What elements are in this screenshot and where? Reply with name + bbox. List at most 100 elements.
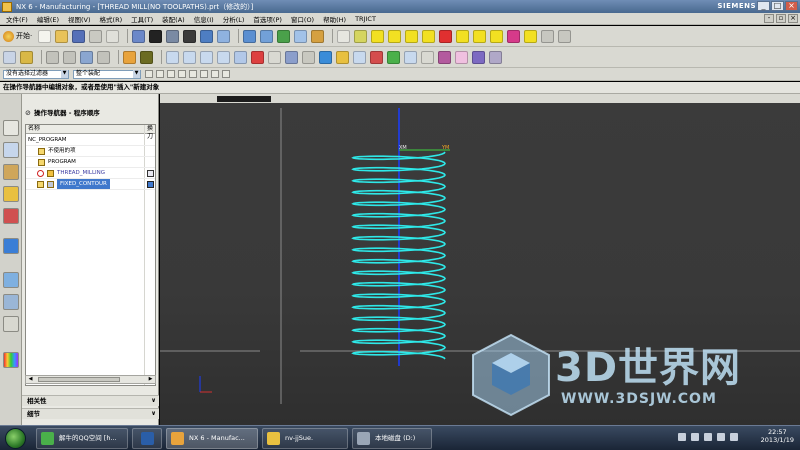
menu-file[interactable]: 文件(F) [6,14,28,24]
turn-icon[interactable] [370,50,383,64]
start-button[interactable]: 开始· [3,30,32,42]
column-name-header[interactable]: 名称 [28,125,40,133]
scroll-left-icon[interactable]: ◀ [26,376,35,383]
menu-trjict[interactable]: TRJICT [355,15,376,23]
web-browser-tab-icon[interactable] [3,238,19,254]
background-color-icon[interactable] [183,29,197,43]
taskbar-folder[interactable]: nv-jjSue. [262,428,348,449]
material-icon[interactable] [140,50,153,64]
taskbar-nx6[interactable]: NX 6 - Manufac... [166,428,258,449]
copy-icon[interactable] [106,29,120,43]
select-general-icon[interactable] [145,70,153,78]
tree-row-unused-items[interactable]: 不使用的项 [26,146,155,157]
feature-select-icon[interactable] [222,70,230,78]
create-geometry-icon[interactable] [405,29,419,43]
drill-icon[interactable] [353,50,366,64]
process-studio-tab-icon[interactable] [3,316,19,332]
edit-object-icon[interactable] [541,29,555,43]
simulate-icon[interactable] [438,50,451,64]
orient-view-icon[interactable] [200,29,214,43]
menu-window[interactable]: 窗口(O) [291,14,314,24]
menu-help[interactable]: 帮助(H) [323,14,346,24]
cut-icon[interactable] [89,29,103,43]
op-nav-method-icon[interactable] [217,50,230,64]
shop-doc-icon[interactable] [490,29,504,43]
deselect-icon[interactable] [189,70,197,78]
vector-icon[interactable] [97,50,110,64]
check-gouge-icon[interactable] [268,50,281,64]
operation-nav-tab-icon[interactable] [3,186,19,202]
system-materials-tab-icon[interactable] [3,294,19,310]
menu-tools[interactable]: 工具(T) [131,14,153,24]
brush-icon[interactable] [354,29,368,43]
snap-point-icon[interactable] [156,70,164,78]
menu-preferences[interactable]: 首选项(P) [253,14,282,24]
inspect-icon[interactable] [404,50,417,64]
select-icon[interactable] [46,50,59,64]
doc-restore-button[interactable]: ▫ [776,14,786,23]
doc-close-button[interactable]: × [788,14,798,23]
path-display-icon[interactable] [234,50,247,64]
open-folder-icon[interactable] [55,29,69,43]
zoom-icon[interactable] [277,29,291,43]
taskbar-desktop[interactable] [132,428,162,449]
create-method-icon[interactable] [422,29,436,43]
block-icon[interactable] [472,50,485,64]
layout-icon[interactable] [319,50,332,64]
quick-pick-icon[interactable] [167,70,175,78]
taskbar-qq-zone[interactable]: 解牛的QQ空间 [h... [36,428,128,449]
scrollbar-thumb[interactable] [38,377,120,382]
palette-tab-icon[interactable] [3,352,19,368]
navigator-horizontal-scrollbar[interactable]: ◀ ▶ [25,375,156,384]
create-program-icon[interactable] [371,29,385,43]
feature-icon[interactable] [20,50,33,64]
scroll-right-icon[interactable]: ▶ [146,376,155,383]
snap-icon[interactable] [63,50,76,64]
point-icon[interactable] [80,50,93,64]
op-nav-geometry-icon[interactable] [200,50,213,64]
close-button[interactable]: × [785,1,798,11]
menu-format[interactable]: 格式(R) [100,14,123,24]
filter-reset-icon[interactable] [200,70,208,78]
menu-analysis[interactable]: 分析(L) [223,14,245,24]
view-cube-icon[interactable] [132,29,146,43]
list-path-icon[interactable] [507,29,521,43]
graphics-viewport[interactable]: XM YM 3D世界网 WWW.3DSJW.COM [160,94,800,425]
transform-icon[interactable] [558,29,572,43]
constraint-nav-tab-icon[interactable] [3,142,19,158]
pin-icon[interactable]: ⊘ [25,109,31,117]
create-tool-icon[interactable] [388,29,402,43]
navigator-tree-table[interactable]: 名称 换刀 NC_PROGRAM 不使用的项 PROGRAM THREAD_MI… [25,124,156,386]
new-file-icon[interactable] [38,29,52,43]
volume-icon[interactable] [717,433,725,441]
rectangle-select-icon[interactable] [211,70,219,78]
minimize-button[interactable]: _ [757,1,770,11]
grid-icon[interactable] [285,50,298,64]
column-toolchange-header[interactable]: 换刀 [144,125,155,140]
network-icon[interactable] [704,433,712,441]
postprocess-icon[interactable] [473,29,487,43]
tree-row-program[interactable]: PROGRAM [26,157,155,168]
fit-view-icon[interactable] [217,29,231,43]
assembly-nav-tab-icon[interactable] [3,120,19,136]
layer-icon[interactable] [311,29,325,43]
menu-edit[interactable]: 编辑(E) [37,14,59,24]
tree-row-nc-program[interactable]: NC_PROGRAM [26,135,155,146]
mill-icon[interactable] [336,50,349,64]
selection-filter-dropdown[interactable]: 没有选择过滤器 ▼ [3,69,69,79]
restore-button[interactable]: □ [771,1,784,11]
shaded-display-icon[interactable] [149,29,163,43]
window-title-bar[interactable]: NX 6 - Manufacturing - [THREAD MILL(NO T… [0,0,800,13]
op-nav-program-icon[interactable] [166,50,179,64]
keyboard-icon[interactable] [678,433,686,441]
history-tab-icon[interactable] [3,272,19,288]
dependencies-section[interactable]: 相关性 ∨ [22,395,159,406]
select-all-icon[interactable] [178,70,186,78]
display-icon[interactable] [3,50,16,64]
taskbar-local-disk[interactable]: 本地磁盘 (D:) [352,428,432,449]
generate-path-icon[interactable] [439,29,453,43]
rotate-icon[interactable] [243,29,257,43]
tree-row-thread-milling[interactable]: THREAD_MILLING [26,168,155,179]
library-icon[interactable] [455,50,468,64]
doc-minimize-button[interactable]: - [764,14,774,23]
